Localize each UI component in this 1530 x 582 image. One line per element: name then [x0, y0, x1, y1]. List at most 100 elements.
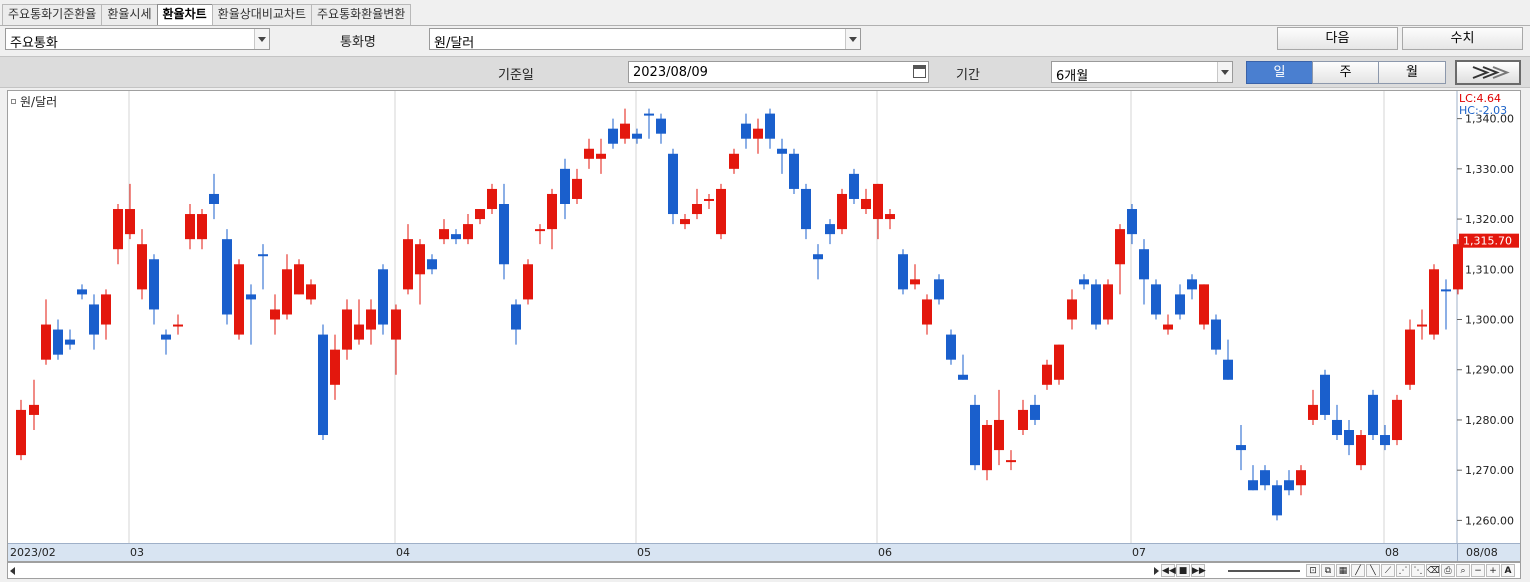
base-date-field[interactable]: 2023/08/09	[628, 61, 929, 83]
interval-monthly-button[interactable]: 월	[1378, 61, 1446, 84]
x-tick-label: 03	[130, 546, 144, 559]
currency-group-select[interactable]: 주요통화	[5, 28, 270, 51]
candlestick-chart[interactable]: 1,340.00 1,330.00 1,320.00 1,310.00 1,300.00…	[7, 90, 1521, 562]
candle-body	[596, 153, 606, 159]
candle-body	[946, 334, 956, 360]
draw-tool-icon[interactable]: ⋰	[1396, 564, 1410, 577]
candle-body	[922, 299, 932, 325]
candle-body	[934, 279, 944, 300]
candle-body	[101, 294, 111, 325]
chevron-down-icon[interactable]	[845, 29, 860, 49]
stop-icon[interactable]: ■	[1176, 564, 1190, 577]
candle-body	[861, 198, 871, 210]
currency-name-select[interactable]: 원/달러	[429, 28, 861, 51]
y-tick-label: 1,260.00	[1465, 514, 1514, 527]
last-page-icon[interactable]: ▶▶	[1191, 564, 1206, 577]
candle-body	[849, 173, 859, 199]
currency-group-value: 주요통화	[10, 36, 58, 51]
candle-body	[1127, 209, 1137, 235]
draw-tool-icon[interactable]: ⋱	[1411, 564, 1425, 577]
candle-body	[729, 153, 739, 169]
candle-body	[777, 148, 787, 154]
search-icon[interactable]: ⌕	[1456, 564, 1470, 577]
candle-body	[137, 244, 147, 290]
candle-body	[560, 168, 570, 204]
calendar-icon[interactable]	[913, 65, 926, 78]
candle-body	[1308, 404, 1318, 420]
x-axis-end: 08/08	[1457, 543, 1520, 561]
candle-body	[910, 279, 920, 285]
period-select[interactable]: 6개월	[1051, 61, 1233, 84]
candle-body	[523, 264, 533, 300]
candle-body	[1441, 289, 1451, 292]
hc-indicator: HC:-2.03	[1459, 104, 1508, 117]
y-tick-label: 1,300.00	[1465, 314, 1514, 327]
candle-body	[716, 188, 726, 235]
first-page-icon[interactable]: ◀◀	[1161, 564, 1176, 577]
print-icon[interactable]: ⎙	[1441, 564, 1455, 577]
candle-body	[318, 334, 328, 436]
candle-body	[185, 214, 195, 240]
draw-tool-icon[interactable]: ╲	[1366, 564, 1380, 577]
x-tick-label: 05	[637, 546, 651, 559]
tab-exchange-quotes[interactable]: 환율시세	[101, 4, 158, 25]
candle-body	[1380, 435, 1390, 446]
candle-body	[958, 374, 968, 380]
currency-name-label: 통화명	[340, 35, 376, 50]
candle-body	[89, 304, 99, 335]
y-tick-label: 1,310.00	[1465, 263, 1514, 276]
candle-body	[511, 304, 521, 330]
candle-body	[1392, 399, 1402, 441]
candle-body	[475, 209, 485, 220]
candle-body	[1079, 279, 1089, 285]
draw-tool-icon[interactable]: ⟋	[1381, 564, 1395, 577]
candle-body	[487, 188, 497, 210]
text-tool-icon[interactable]: A	[1501, 564, 1515, 577]
scroll-right-icon[interactable]	[1154, 567, 1159, 575]
chart-scrollbar[interactable]: ◀◀ ■ ▶▶ ⊡ ⧉ ▦ ╱ ╲ ⟋ ⋰ ⋱ ⌫ ⎙ ⌕ − + A	[7, 562, 1521, 579]
candle-body	[632, 133, 642, 139]
value-button[interactable]: 수치	[1402, 27, 1523, 50]
candle-body	[1067, 299, 1077, 320]
interval-weekly-button[interactable]: 주	[1312, 61, 1379, 84]
interval-daily-button[interactable]: 일	[1246, 61, 1313, 84]
chevron-down-icon[interactable]	[254, 29, 269, 49]
tab-major-currency-rate[interactable]: 주요통화기준환율	[2, 4, 103, 25]
candle-body	[354, 324, 364, 340]
tab-exchange-chart[interactable]: 환율차트	[156, 4, 213, 26]
candle-body	[65, 339, 75, 345]
candle-body	[1115, 229, 1125, 265]
candle-body	[1103, 284, 1113, 320]
copy-icon[interactable]: ⧉	[1321, 564, 1335, 577]
crosshair-icon[interactable]: ⊡	[1306, 564, 1320, 577]
candle-body	[825, 224, 835, 235]
y-tick-label: 1,270.00	[1465, 464, 1514, 477]
zoom-in-icon[interactable]: +	[1486, 564, 1500, 577]
candle-body	[572, 178, 582, 199]
candle-body	[801, 188, 811, 230]
candle-body	[608, 128, 618, 144]
candle-body	[1344, 430, 1354, 446]
current-price-label: 1,315.70	[1463, 235, 1512, 248]
draw-line-icon[interactable]: ╱	[1351, 564, 1365, 577]
candle-body	[898, 254, 908, 290]
eraser-icon[interactable]: ⌫	[1426, 564, 1440, 577]
tab-currency-converter[interactable]: 주요통화환율변환	[311, 4, 412, 25]
candle-body	[149, 259, 159, 310]
candle-body	[391, 309, 401, 340]
period-value: 6개월	[1056, 69, 1089, 84]
zoom-slider[interactable]	[1228, 570, 1300, 572]
candle-body	[1248, 480, 1258, 491]
forward-button[interactable]	[1455, 60, 1521, 85]
next-button[interactable]: 다음	[1277, 27, 1398, 50]
candle-body	[1199, 284, 1209, 325]
tab-relative-compare-chart[interactable]: 환율상대비교차트	[211, 4, 312, 25]
grid-icon[interactable]: ▦	[1336, 564, 1350, 577]
y-tick-label: 1,330.00	[1465, 163, 1514, 176]
candle-body	[234, 264, 244, 335]
scroll-left-icon[interactable]	[10, 567, 15, 575]
x-tick-label: 04	[396, 546, 410, 559]
candle-body	[873, 183, 883, 220]
chevron-down-icon[interactable]	[1217, 62, 1232, 82]
zoom-out-icon[interactable]: −	[1471, 564, 1485, 577]
